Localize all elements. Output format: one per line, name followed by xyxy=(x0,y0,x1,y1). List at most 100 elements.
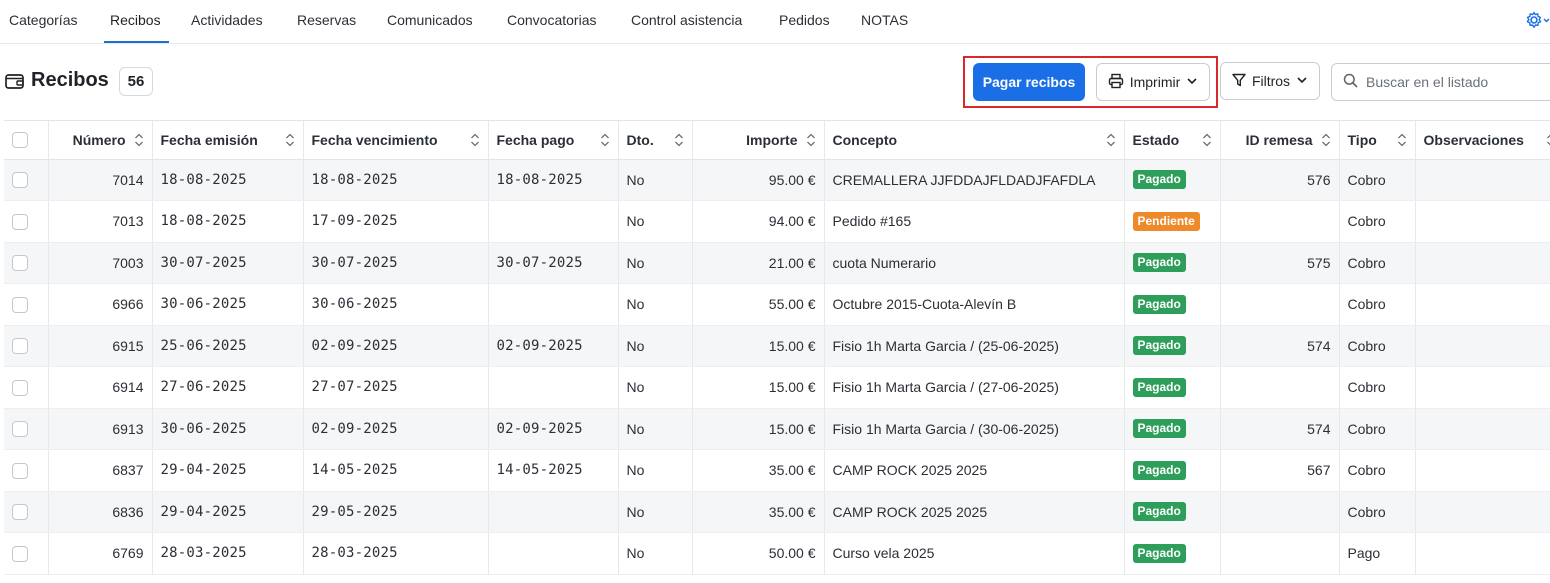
sort-icon[interactable] xyxy=(285,132,295,148)
tab-pedidos[interactable]: Pedidos xyxy=(779,12,830,28)
row-select-cell xyxy=(4,325,49,367)
tab-recibos[interactable]: Recibos xyxy=(110,12,161,28)
status-badge: Pagado xyxy=(1132,502,1186,522)
col-id-remesa[interactable]: ID remesa xyxy=(1220,121,1340,160)
pay-receipts-button[interactable]: Pagar recibos xyxy=(973,63,1085,101)
col-observaciones[interactable]: Observaciones xyxy=(1415,121,1550,160)
cell-tipo: Cobro xyxy=(1339,449,1416,492)
table-row[interactable]: 6836 29-04-2025 29-05-2025 No 35.00 € CAMP RO… xyxy=(4,491,1550,533)
cell-observaciones xyxy=(1415,366,1550,409)
gear-icon[interactable] xyxy=(1525,10,1550,30)
row-checkbox[interactable] xyxy=(12,338,28,355)
row-select-cell xyxy=(4,491,49,533)
cell-fecha-emision: 18-08-2025 xyxy=(152,159,304,201)
sort-icon[interactable] xyxy=(1106,132,1116,148)
col-label: Número xyxy=(72,131,126,148)
cell-observaciones xyxy=(1415,200,1550,243)
col-fecha-emision[interactable]: Fecha emisión xyxy=(152,121,304,160)
status-badge: Pagado xyxy=(1132,377,1186,397)
row-checkbox[interactable] xyxy=(12,462,28,479)
table-row[interactable]: 7003 30-07-2025 30-07-2025 30-07-2025 No 21.0… xyxy=(4,242,1550,284)
cell-estado: Pagado xyxy=(1124,408,1221,450)
row-checkbox[interactable] xyxy=(12,504,28,521)
cell-fecha-emision: 29-04-2025 xyxy=(152,449,304,492)
row-select-cell xyxy=(4,242,49,284)
row-select-cell xyxy=(4,408,49,450)
tab-actividades[interactable]: Actividades xyxy=(191,12,263,28)
sort-icon[interactable] xyxy=(600,132,610,148)
col-label: Concepto xyxy=(832,131,898,148)
col-dto[interactable]: Dto. xyxy=(618,121,693,160)
sort-icon[interactable] xyxy=(674,132,684,148)
cell-fecha-emision: 30-07-2025 xyxy=(152,242,304,284)
cell-observaciones xyxy=(1415,408,1550,450)
sort-icon[interactable] xyxy=(470,132,480,148)
status-badge: Pagado xyxy=(1132,336,1186,356)
row-checkbox[interactable] xyxy=(12,296,28,313)
cell-id-remesa xyxy=(1220,491,1340,533)
cell-fecha-vencimiento: 28-03-2025 xyxy=(303,532,489,575)
table-row[interactable]: 6769 28-03-2025 28-03-2025 No 50.00 € Curso v… xyxy=(4,532,1550,575)
col-label: Fecha vencimiento xyxy=(311,131,438,148)
status-badge: Pendiente xyxy=(1132,211,1200,231)
row-select-cell xyxy=(4,366,49,409)
table-row[interactable]: 6837 29-04-2025 14-05-2025 14-05-2025 No 35.0… xyxy=(4,449,1550,492)
col-importe[interactable]: Importe xyxy=(692,121,825,160)
cell-tipo: Cobro xyxy=(1339,408,1416,450)
col-tipo[interactable]: Tipo xyxy=(1339,121,1416,160)
tab-control-asistencia[interactable]: Control asistencia xyxy=(631,12,742,28)
cell-numero: 6913 xyxy=(48,408,153,450)
search-box[interactable] xyxy=(1331,63,1550,101)
cell-dto: No xyxy=(618,242,693,284)
row-checkbox[interactable] xyxy=(12,255,28,272)
col-concepto[interactable]: Concepto xyxy=(824,121,1125,160)
row-checkbox[interactable] xyxy=(12,379,28,396)
search-input[interactable] xyxy=(1366,74,1546,90)
sort-icon[interactable] xyxy=(1546,132,1550,148)
sort-icon[interactable] xyxy=(1397,132,1407,148)
table-row[interactable]: 6914 27-06-2025 27-07-2025 No 15.00 € Fisio 1… xyxy=(4,366,1550,409)
printer-icon xyxy=(1108,73,1124,92)
cell-id-remesa: 567 xyxy=(1220,449,1340,492)
select-all-checkbox[interactable] xyxy=(12,132,28,149)
col-fecha-pago[interactable]: Fecha pago xyxy=(488,121,619,160)
cell-concepto: CAMP ROCK 2025 2025 xyxy=(824,491,1125,533)
sort-icon[interactable] xyxy=(806,132,816,148)
tab-comunicados[interactable]: Comunicados xyxy=(387,12,473,28)
table-row[interactable]: 6913 30-06-2025 02-09-2025 02-09-2025 No 15.0… xyxy=(4,408,1550,450)
cell-fecha-pago: 02-09-2025 xyxy=(488,325,619,367)
sort-icon[interactable] xyxy=(1321,132,1331,148)
cell-importe: 21.00 € xyxy=(692,242,825,284)
table-row[interactable]: 6915 25-06-2025 02-09-2025 02-09-2025 No 15.0… xyxy=(4,325,1550,367)
filters-button[interactable]: Filtros xyxy=(1220,62,1320,100)
sort-icon[interactable] xyxy=(1202,132,1212,148)
table-row[interactable]: 7013 18-08-2025 17-09-2025 No 94.00 € Pedido … xyxy=(4,200,1550,243)
cell-concepto: Fisio 1h Marta Garcia / (30-06-2025) xyxy=(824,408,1125,450)
cell-id-remesa xyxy=(1220,283,1340,326)
cell-estado: Pendiente xyxy=(1124,200,1221,243)
cell-tipo: Cobro xyxy=(1339,283,1416,326)
status-badge: Pagado xyxy=(1132,419,1186,439)
col-numero[interactable]: Número xyxy=(48,121,153,160)
tab-categorias[interactable]: Categorías xyxy=(9,12,77,28)
row-checkbox[interactable] xyxy=(12,421,28,438)
col-label: Importe xyxy=(746,131,798,148)
tab-reservas[interactable]: Reservas xyxy=(297,12,356,28)
table-row[interactable]: 6966 30-06-2025 30-06-2025 No 55.00 € Octubre… xyxy=(4,283,1550,326)
row-checkbox[interactable] xyxy=(12,545,28,562)
cell-dto: No xyxy=(618,408,693,450)
cell-fecha-pago: 14-05-2025 xyxy=(488,449,619,492)
print-button[interactable]: Imprimir xyxy=(1096,63,1210,101)
cell-fecha-emision: 25-06-2025 xyxy=(152,325,304,367)
tab-convocatorias[interactable]: Convocatorias xyxy=(507,12,597,28)
row-checkbox[interactable] xyxy=(12,213,28,230)
table-row[interactable]: 7014 18-08-2025 18-08-2025 18-08-2025 No 95.0… xyxy=(4,159,1550,201)
col-fecha-vencimiento[interactable]: Fecha vencimiento xyxy=(303,121,489,160)
table-header-row: Número Fecha emisión Fecha vencimiento F… xyxy=(4,121,1550,160)
row-select-cell xyxy=(4,449,49,492)
cell-concepto: cuota Numerario xyxy=(824,242,1125,284)
tab-notas[interactable]: NOTAS xyxy=(861,12,908,28)
col-estado[interactable]: Estado xyxy=(1124,121,1221,160)
sort-icon[interactable] xyxy=(134,132,144,148)
row-checkbox[interactable] xyxy=(12,172,28,189)
